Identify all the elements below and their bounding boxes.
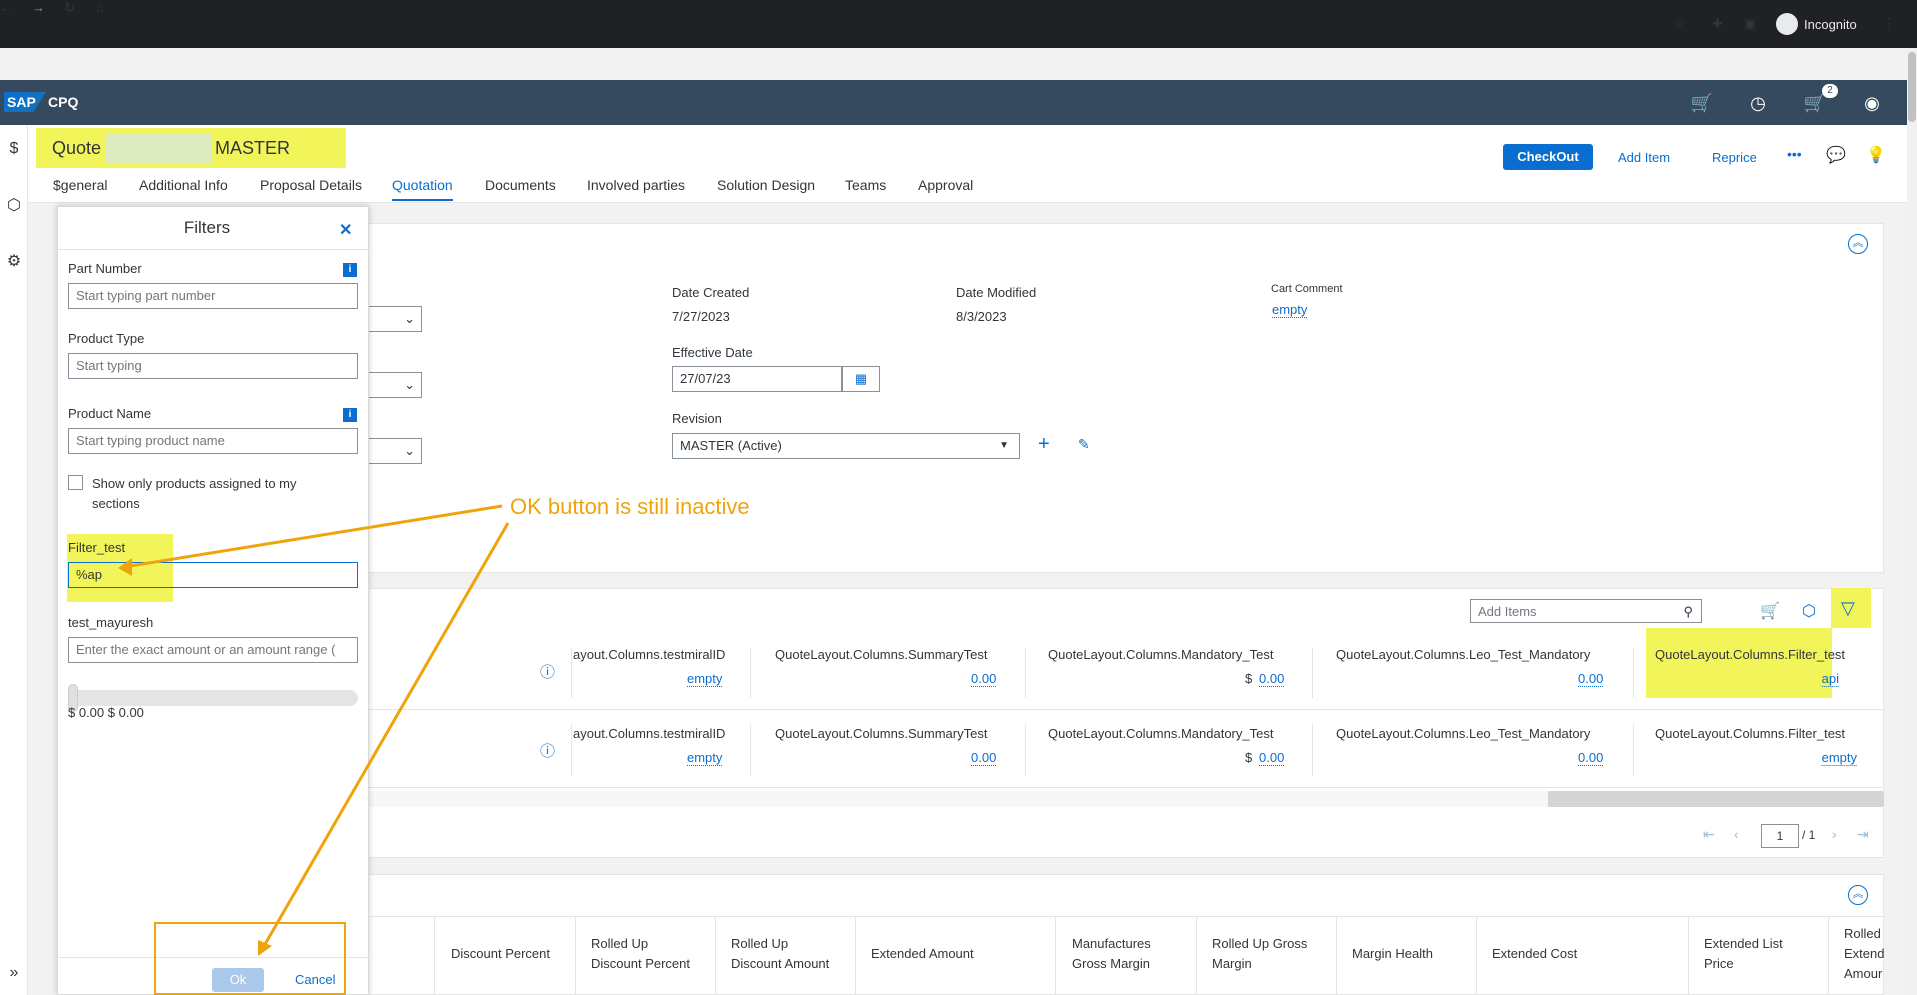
arrow-to-filter-input [123,504,503,569]
arrowhead-icon [118,558,132,576]
arrow-to-ok-button [262,522,510,947]
annotation-arrows [118,504,510,956]
